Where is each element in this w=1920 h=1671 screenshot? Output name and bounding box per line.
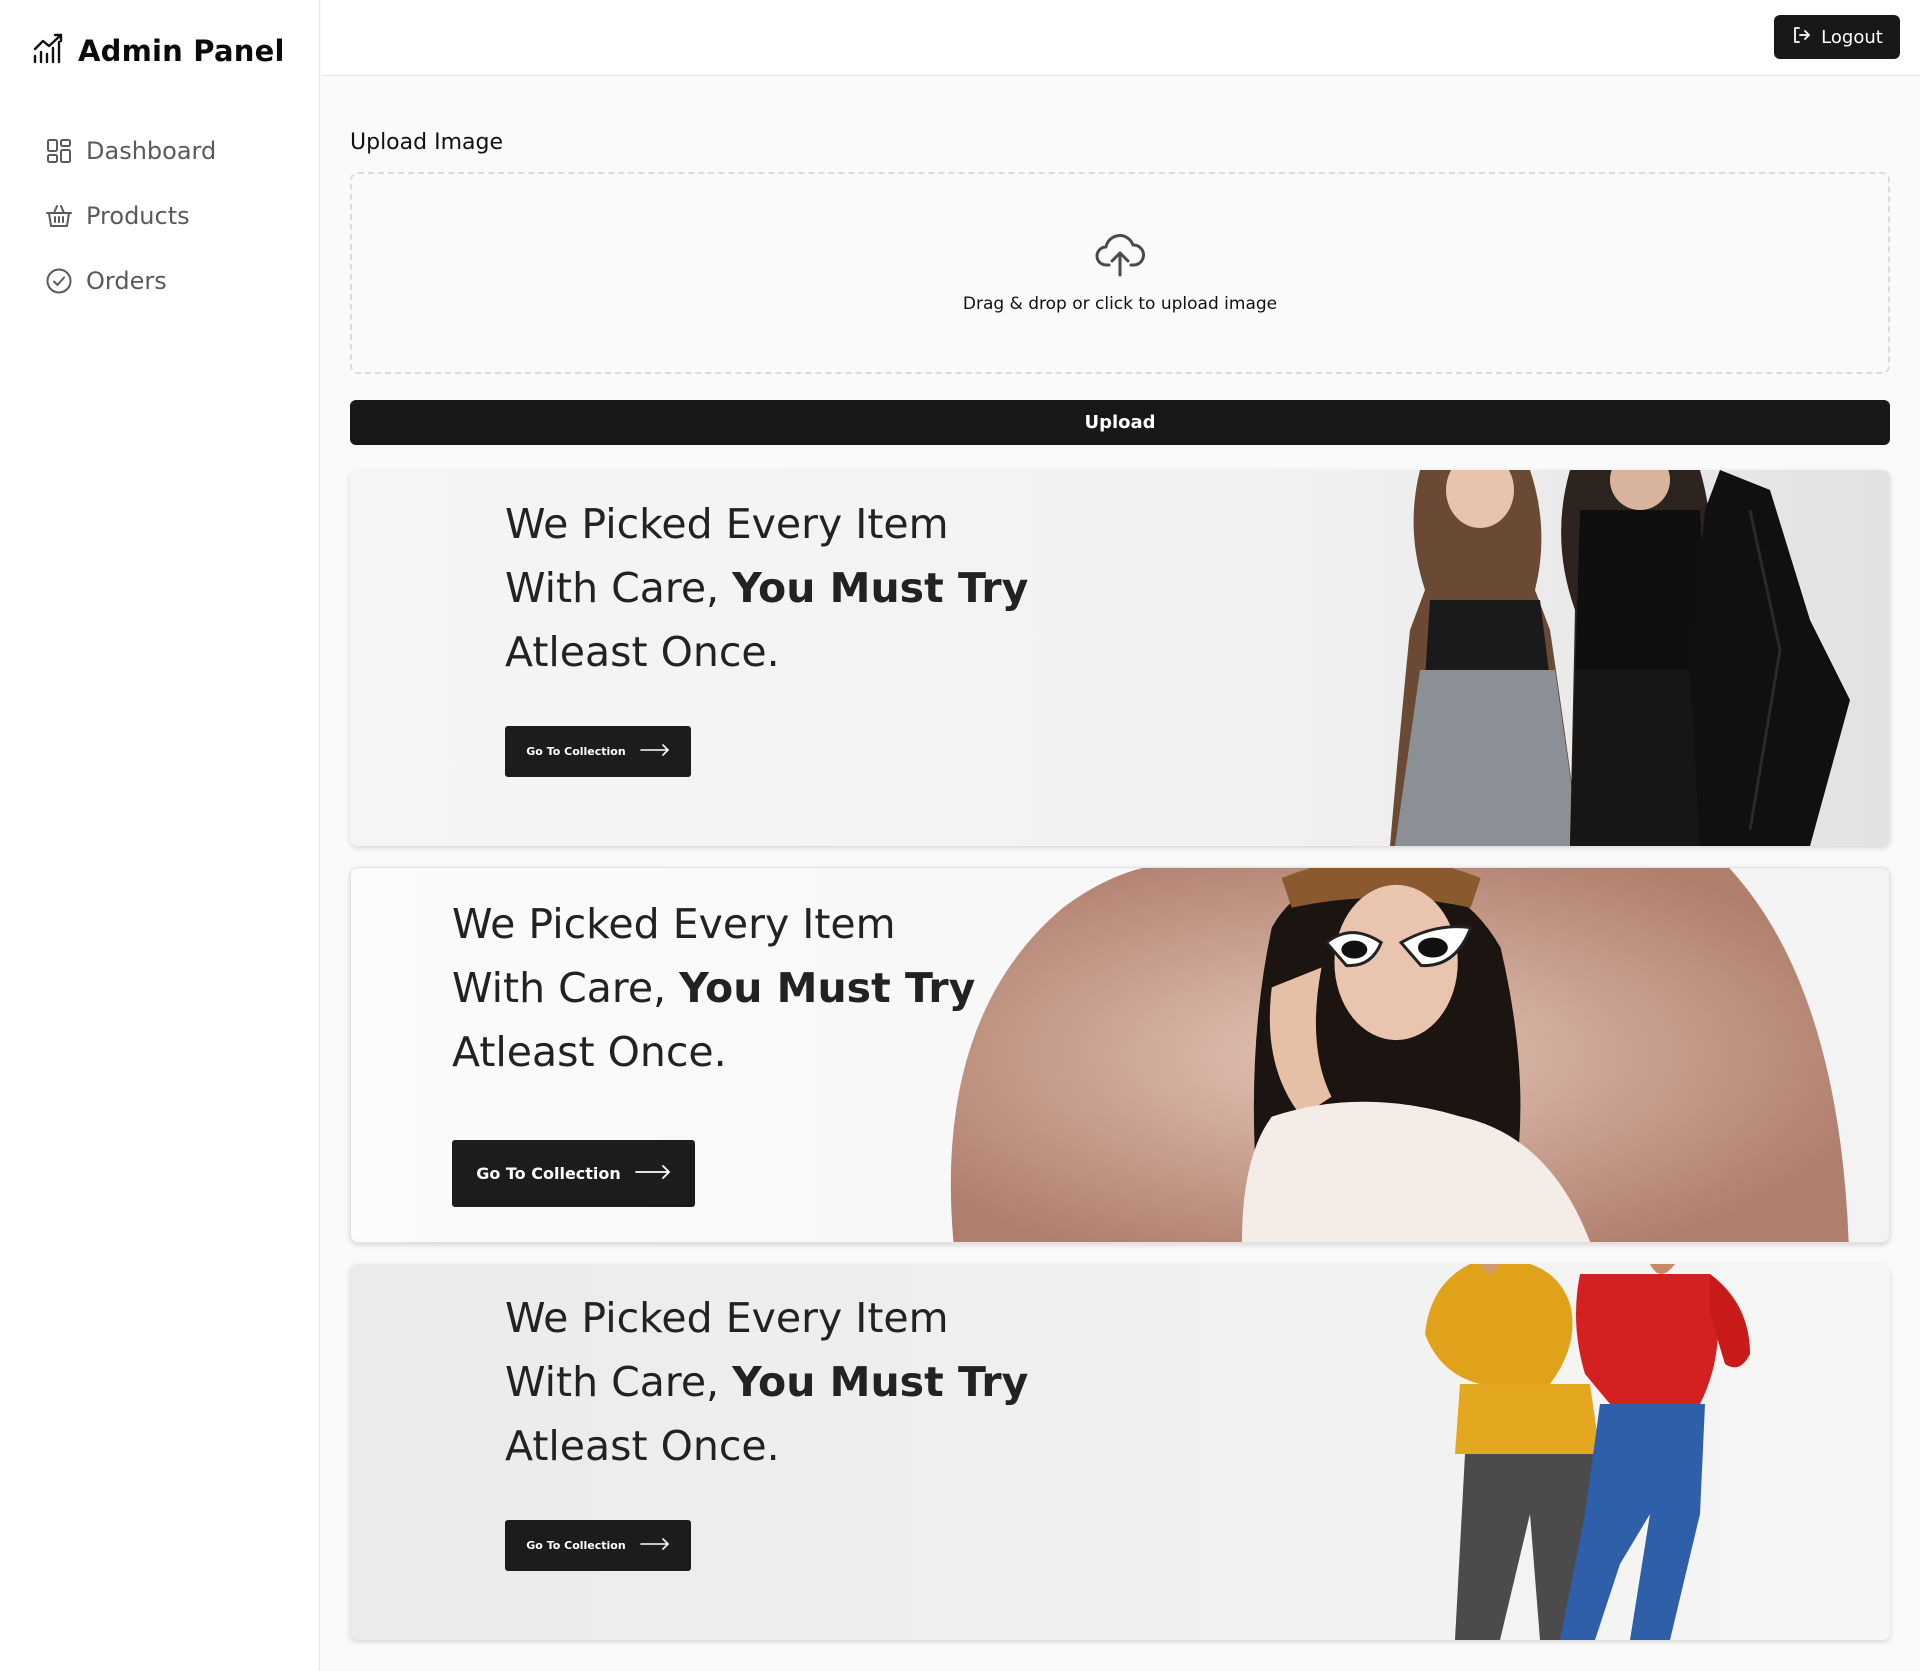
banner-card: We Picked Every Item With Care, You Must… xyxy=(350,867,1890,1243)
check-circle-icon xyxy=(44,266,74,296)
headline-line: Atleast Once. xyxy=(505,1422,780,1470)
headline-line: We Picked Every Item xyxy=(452,900,896,948)
logout-icon xyxy=(1791,25,1811,50)
banner-card: We Picked Every Item With Care, You Must… xyxy=(350,1264,1890,1640)
dropzone-text: Drag & drop or click to upload image xyxy=(962,293,1278,314)
sidebar-item-label: Orders xyxy=(86,266,167,295)
sidebar-nav: Dashboard Products Orders xyxy=(44,118,216,313)
headline-line: We Picked Every Item xyxy=(505,500,949,548)
logout-label: Logout xyxy=(1821,26,1883,48)
arrow-right-icon xyxy=(634,1164,671,1183)
upload-label: Upload Image xyxy=(350,130,503,155)
upload-dropzone[interactable]: Drag & drop or click to upload image xyxy=(350,172,1890,374)
banner-headline: We Picked Every Item With Care, You Must… xyxy=(452,892,975,1084)
cta-label: Go To Collection xyxy=(526,1539,626,1552)
banner-photo xyxy=(950,868,1849,1242)
banner-photo xyxy=(1250,470,1890,846)
go-to-collection-button[interactable]: Go To Collection xyxy=(505,726,691,777)
headline-emphasis: You Must Try xyxy=(732,564,1029,612)
headline-line: With Care, You Must Try xyxy=(452,956,975,1020)
banner-headline: We Picked Every Item With Care, You Must… xyxy=(505,492,1028,684)
sidebar: Admin Panel Dashboard Products Orders xyxy=(0,0,320,1671)
headline-text: With Care, xyxy=(505,564,733,612)
banner-headline: We Picked Every Item With Care, You Must… xyxy=(505,1286,1028,1478)
grid-icon xyxy=(44,136,74,166)
basket-icon xyxy=(44,201,74,231)
brand[interactable]: Admin Panel xyxy=(32,32,285,69)
headline-line: Atleast Once. xyxy=(452,1028,727,1076)
headline-line: With Care, You Must Try xyxy=(505,1350,1028,1414)
sidebar-item-products[interactable]: Products xyxy=(44,183,216,248)
headline-emphasis: You Must Try xyxy=(679,964,976,1012)
logout-button[interactable]: Logout xyxy=(1774,15,1900,59)
arrow-right-icon xyxy=(639,1538,670,1553)
brand-title: Admin Panel xyxy=(78,33,285,68)
sidebar-item-label: Dashboard xyxy=(86,136,217,165)
sidebar-item-dashboard[interactable]: Dashboard xyxy=(44,118,216,183)
headline-line: We Picked Every Item xyxy=(505,1294,949,1342)
sidebar-item-label: Products xyxy=(86,201,190,230)
headline-text: With Care, xyxy=(505,1358,733,1406)
cta-label: Go To Collection xyxy=(476,1164,621,1183)
go-to-collection-button[interactable]: Go To Collection xyxy=(505,1520,691,1571)
headline-line: With Care, You Must Try xyxy=(505,556,1028,620)
cta-label: Go To Collection xyxy=(526,745,626,758)
chart-line-icon xyxy=(32,32,64,69)
cloud-upload-icon xyxy=(1095,233,1145,282)
headline-emphasis: You Must Try xyxy=(732,1358,1029,1406)
banner-card: We Picked Every Item With Care, You Must… xyxy=(350,470,1890,846)
go-to-collection-button[interactable]: Go To Collection xyxy=(452,1140,695,1207)
headline-text: With Care, xyxy=(452,964,680,1012)
banner-photo xyxy=(1425,1264,1750,1640)
headline-line: Atleast Once. xyxy=(505,628,780,676)
sidebar-item-orders[interactable]: Orders xyxy=(44,248,216,313)
arrow-right-icon xyxy=(639,744,670,759)
topbar: Logout xyxy=(321,0,1920,76)
upload-button[interactable]: Upload xyxy=(350,400,1890,445)
